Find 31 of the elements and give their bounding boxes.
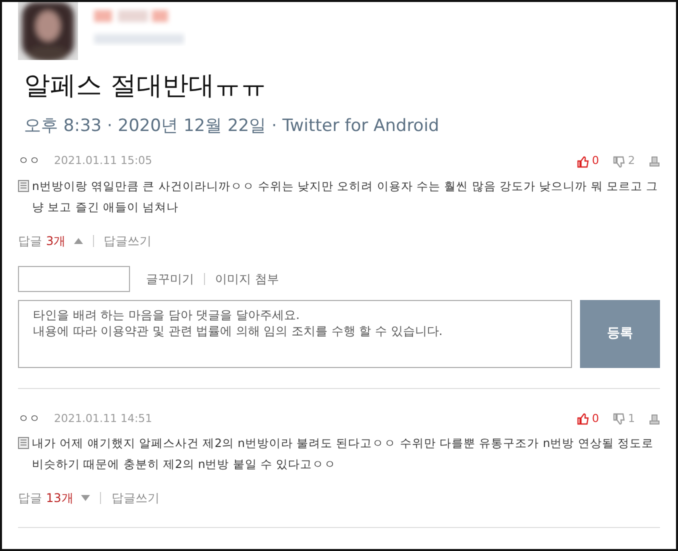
decorate-link[interactable]: 글꾸미기 (146, 270, 194, 288)
dislike-count: 1 (628, 410, 635, 427)
caret-up-icon[interactable] (74, 238, 83, 244)
thumbs-down-icon[interactable] (613, 413, 625, 426)
reply-toggle[interactable]: 답글 3개 (18, 232, 66, 250)
like-count: 0 (592, 410, 599, 427)
like-count: 0 (592, 153, 599, 170)
comment-date: 2021.01.11 15:05 (54, 153, 152, 170)
reply-toggle[interactable]: 답글 13개 (18, 489, 74, 508)
tweet-meta: 오후 8:33 · 2020년 12월 22일 · Twitter for Android (24, 114, 440, 138)
report-icon[interactable] (649, 156, 660, 168)
submit-button[interactable]: 등록 (580, 300, 660, 368)
thumbs-up-icon[interactable] (577, 413, 589, 426)
write-reply-link[interactable]: 답글쓰기 (104, 232, 152, 250)
thumbs-down-icon[interactable] (613, 156, 625, 168)
write-reply-link[interactable]: 답글쓰기 (111, 489, 160, 508)
comment-field[interactable]: 타인을 배려 하는 마음을 담아 댓글을 달아주세요. 내용에 따라 이용약관 및 관련 법률에 의해 임의 조치를 수행 할 수 있습니다. (18, 300, 572, 368)
tweet-text: 알페스 절대반대ㅠㅠ (24, 70, 268, 103)
comment-date: 2021.01.11 14:51 (54, 410, 152, 427)
dislike-count: 2 (628, 153, 635, 170)
comment-author: ㅇㅇ (18, 153, 40, 170)
comment-author: ㅇㅇ (18, 410, 40, 427)
comment-text: 내가 어제 얘기했지 알페스사건 제2의 n번방이라 불려도 된다고ㅇㅇ 수위만 다를뿐 유통구조가 n번방 연상될 정도로 비슷하기 때문에 충분히 제2의 n번방 붙일 수 있다고ㅇㅇ (32, 435, 654, 474)
nickname-field[interactable] (18, 266, 130, 292)
report-icon[interactable] (649, 414, 660, 425)
document-icon (18, 437, 29, 450)
thumbs-up-icon[interactable] (577, 156, 589, 168)
document-icon (18, 180, 29, 192)
comment-text: n번방이랑 엮일만큼 큰 사건이라니까ㅇㅇ 수위는 낮지만 오히려 이용자 수는 훨씬 많음 강도가 낮으니까 뭐 모르고 그냥 보고 즐긴 애들이 넘쳐나 (32, 178, 660, 216)
caret-down-icon[interactable] (81, 495, 90, 502)
image-attach-link[interactable]: 이미지 첨부 (215, 270, 279, 288)
